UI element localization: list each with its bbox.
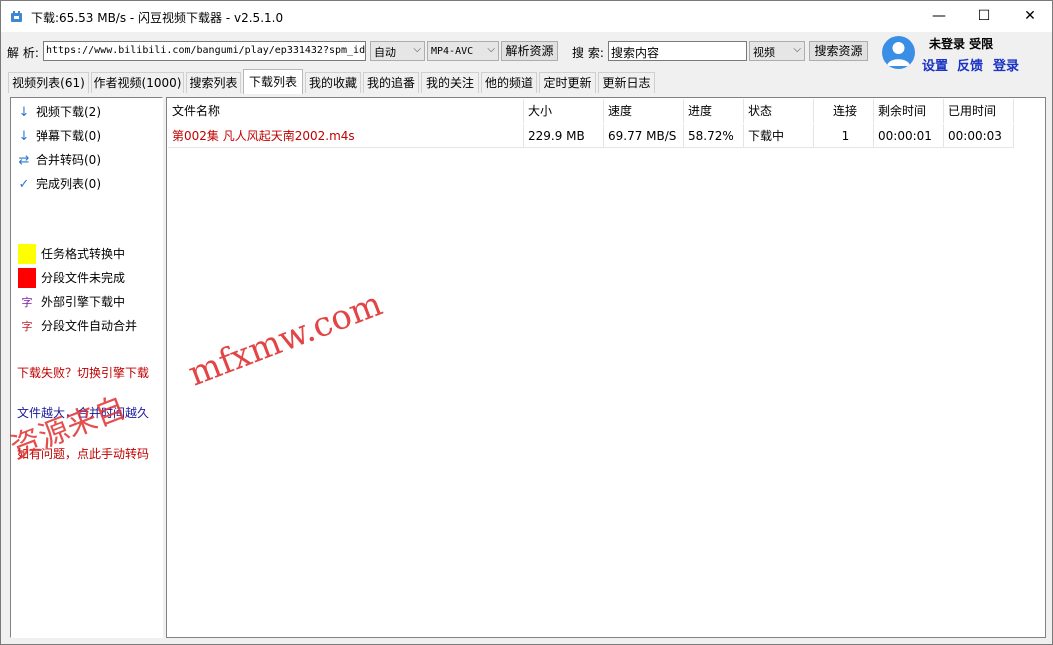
table-header: 文件名称 大小 速度 进度 状态 连接 剩余时间 已用时间 bbox=[168, 99, 1014, 123]
sidebar-item-label: 弹幕下载(0) bbox=[36, 129, 101, 143]
minimize-button[interactable]: — bbox=[916, 1, 962, 31]
search-type-value: 视频 bbox=[753, 46, 775, 59]
cell-filename: 第002集 凡人风起天南2002.m4s bbox=[168, 124, 524, 148]
search-type-select[interactable]: 视频 ⌵ bbox=[749, 41, 805, 61]
sidebar-item-label: 合并转码(0) bbox=[36, 153, 101, 167]
tab-following[interactable]: 我的关注 bbox=[421, 72, 479, 93]
arrow-down-icon: ↓ bbox=[18, 105, 30, 120]
tab-search-list[interactable]: 搜索列表 bbox=[186, 72, 241, 93]
checkmark-icon: ✓ bbox=[18, 177, 30, 192]
tab-channel[interactable]: 他的频道 bbox=[481, 72, 537, 93]
app-window: 下载:65.53 MB/s - 闪豆视频下载器 - v2.5.1.0 — ☐ ✕… bbox=[0, 0, 1053, 645]
format-select-value: MP4-AVC bbox=[431, 46, 474, 57]
settings-link[interactable]: 设置 bbox=[922, 55, 948, 74]
title-bar: 下载:65.53 MB/s - 闪豆视频下载器 - v2.5.1.0 — ☐ ✕ bbox=[1, 1, 1052, 32]
column-header-filename[interactable]: 文件名称 bbox=[168, 99, 524, 123]
sidebar-item-label: 完成列表(0) bbox=[36, 177, 101, 191]
merge-time-note: 文件越大，合并时间越久 bbox=[17, 406, 150, 420]
search-resource-button[interactable]: 搜索资源 bbox=[809, 41, 868, 61]
sidebar-item-danmaku-download[interactable]: ↓ 弹幕下载(0) bbox=[17, 127, 101, 145]
column-header-size[interactable]: 大小 bbox=[524, 99, 604, 123]
legend-item-auto-merge: 字分段文件自动合并 bbox=[18, 316, 138, 336]
swap-arrows-icon: ⇄ bbox=[18, 153, 30, 168]
app-logo-icon bbox=[11, 11, 22, 22]
chevron-down-icon: ⌵ bbox=[793, 44, 801, 55]
parse-label: 解 析: bbox=[7, 46, 39, 60]
legend-label: 外部引擎下载中 bbox=[41, 295, 126, 309]
cell-speed: 69.77 MB/S bbox=[604, 124, 684, 148]
column-header-status[interactable]: 状态 bbox=[744, 99, 814, 123]
tab-scheduled-update[interactable]: 定时更新 bbox=[539, 72, 596, 93]
cell-elapsed-time: 00:00:03 bbox=[944, 124, 1014, 148]
tab-changelog[interactable]: 更新日志 bbox=[598, 72, 655, 93]
login-link[interactable]: 登录 bbox=[993, 55, 1019, 74]
sidebar-item-video-download[interactable]: ↓ 视频下载(2) bbox=[17, 103, 101, 121]
legend-label: 任务格式转换中 bbox=[41, 247, 126, 261]
tab-video-list[interactable]: 视频列表(61) bbox=[8, 72, 89, 93]
red-char-icon: 字 bbox=[21, 320, 33, 333]
tab-author-videos[interactable]: 作者视频(1000) bbox=[91, 72, 184, 93]
sidebar-item-merge-transcode[interactable]: ⇄ 合并转码(0) bbox=[17, 151, 101, 169]
chevron-down-icon: ⌵ bbox=[487, 44, 495, 55]
parse-resource-button[interactable]: 解析资源 bbox=[501, 41, 558, 61]
format-select[interactable]: MP4-AVC ⌵ bbox=[427, 41, 499, 61]
cell-connections: 1 bbox=[814, 124, 874, 148]
switch-engine-link[interactable]: 下载失败？切换引擎下载 bbox=[17, 364, 149, 381]
cell-remaining-time: 00:00:01 bbox=[874, 124, 944, 148]
sidebar-item-label: 视频下载(2) bbox=[36, 105, 101, 119]
sidebar: ↓ 视频下载(2) ↓ 弹幕下载(0) ⇄ 合并转码(0) ✓ 完成列表(0) 任务格式… bbox=[10, 97, 163, 638]
cell-status: 下载中 bbox=[744, 124, 814, 148]
manual-transcode-link[interactable]: 如有问题，点此手动转码 bbox=[17, 445, 149, 462]
avatar-icon[interactable] bbox=[882, 36, 915, 69]
column-header-connections[interactable]: 连接 bbox=[814, 99, 874, 123]
feedback-link[interactable]: 反馈 bbox=[957, 55, 983, 74]
mode-select[interactable]: 自动 ⌵ bbox=[370, 41, 425, 61]
legend-item-external-engine: 字外部引擎下载中 bbox=[18, 292, 126, 312]
column-header-progress[interactable]: 进度 bbox=[684, 99, 744, 123]
close-button[interactable]: ✕ bbox=[1007, 1, 1053, 31]
search-input[interactable]: 搜索内容 bbox=[608, 41, 747, 61]
legend-label: 分段文件未完成 bbox=[41, 271, 126, 285]
login-status: 未登录 受限 bbox=[929, 37, 994, 51]
legend-label: 分段文件自动合并 bbox=[41, 319, 138, 333]
tab-favorites[interactable]: 我的收藏 bbox=[305, 72, 361, 93]
purple-char-icon: 字 bbox=[21, 296, 33, 309]
search-label: 搜 索: bbox=[572, 46, 604, 60]
legend-item-converting: 任务格式转换中 bbox=[18, 244, 125, 264]
column-header-elapsed-time[interactable]: 已用时间 bbox=[944, 99, 1014, 123]
sidebar-item-completed[interactable]: ✓ 完成列表(0) bbox=[17, 175, 101, 193]
maximize-button[interactable]: ☐ bbox=[961, 1, 1007, 31]
tab-download-list[interactable]: 下载列表 bbox=[243, 69, 303, 94]
column-header-remaining-time[interactable]: 剩余时间 bbox=[874, 99, 944, 123]
mode-select-value: 自动 bbox=[374, 46, 396, 59]
cell-progress: 58.72% bbox=[684, 124, 744, 148]
url-input[interactable]: https://www.bilibili.com/bangumi/play/ep… bbox=[43, 41, 366, 61]
chevron-down-icon: ⌵ bbox=[413, 44, 421, 55]
download-table: 文件名称 大小 速度 进度 状态 连接 剩余时间 已用时间 第002集 凡人风起… bbox=[166, 97, 1046, 638]
cell-size: 229.9 MB bbox=[524, 124, 604, 148]
legend-item-incomplete: 分段文件未完成 bbox=[18, 268, 125, 288]
red-swatch bbox=[18, 268, 36, 288]
window-title: 下载:65.53 MB/s - 闪豆视频下载器 - v2.5.1.0 bbox=[31, 11, 284, 25]
arrow-down-icon: ↓ bbox=[18, 129, 30, 144]
table-row[interactable]: 第002集 凡人风起天南2002.m4s 229.9 MB 69.77 MB/S… bbox=[168, 124, 1014, 148]
yellow-swatch bbox=[18, 244, 36, 264]
column-header-speed[interactable]: 速度 bbox=[604, 99, 684, 123]
user-silhouette-icon bbox=[887, 42, 910, 66]
tab-followed-bangumi[interactable]: 我的追番 bbox=[363, 72, 419, 93]
